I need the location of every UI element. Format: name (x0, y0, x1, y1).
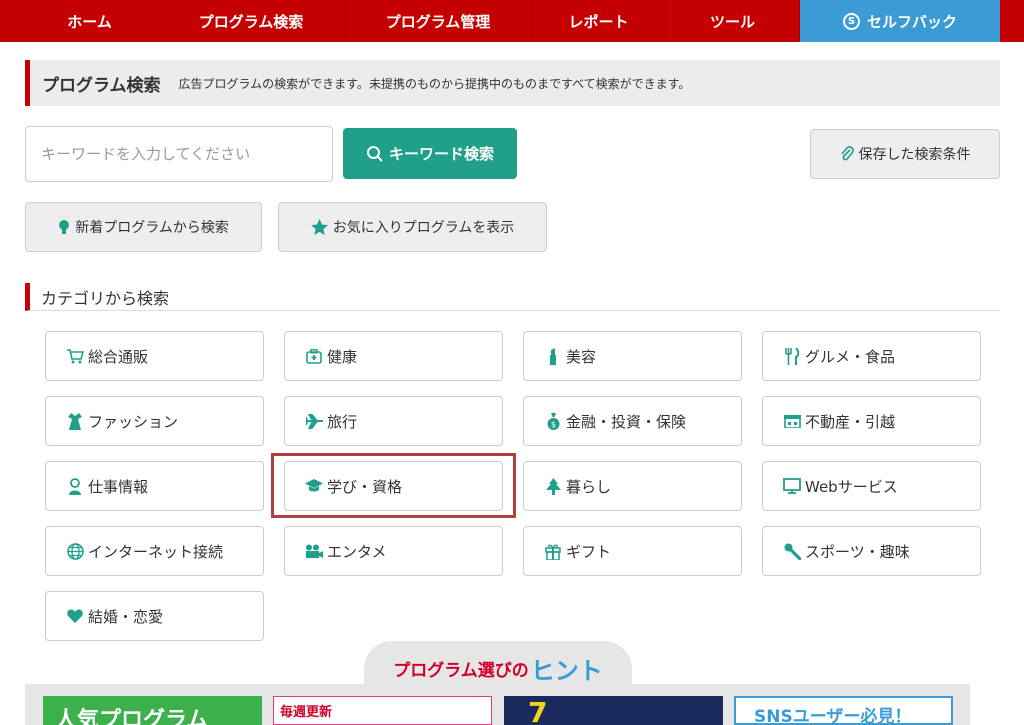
gift-icon (544, 543, 562, 560)
category-web-services[interactable]: Webサービス (762, 461, 981, 511)
category-gourmet-food[interactable]: グルメ・食品 (762, 331, 981, 381)
globe-icon (66, 542, 84, 560)
category-travel[interactable]: 旅行 (284, 396, 503, 446)
keyword-search-input[interactable] (25, 126, 333, 182)
category-section-title: カテゴリから検索 (25, 283, 1000, 311)
nav-self-back-label: セルフバック (866, 12, 957, 31)
category-label: 旅行 (327, 412, 358, 431)
category-beauty[interactable]: 美容 (523, 331, 742, 381)
nav-filler (1000, 0, 1024, 42)
category-marriage-romance[interactable]: 結婚・恋愛 (45, 591, 264, 641)
category-label: グルメ・食品 (805, 347, 896, 366)
category-internet-connection[interactable]: インターネット接続 (45, 526, 264, 576)
keyword-search-button[interactable]: キーワード検索 (343, 128, 517, 179)
airplane-icon (305, 413, 323, 429)
category-job-info[interactable]: 仕事情報 (45, 461, 264, 511)
hint-title-prefix: プログラム選びの (393, 661, 529, 681)
money-bag-icon: $ (544, 412, 562, 430)
category-sports-hobbies[interactable]: スポーツ・趣味 (762, 526, 981, 576)
category-real-estate[interactable]: 不動産・引越 (762, 396, 981, 446)
page-description: 広告プログラムの検索ができます。未提携のものから提携中のものまですべて検索ができ… (178, 76, 691, 91)
category-label: ギフト (566, 542, 612, 561)
selection-highlight (271, 453, 516, 518)
fork-knife-icon (783, 347, 801, 365)
dress-icon (66, 412, 84, 430)
category-entertainment[interactable]: エンタメ (284, 526, 503, 576)
category-label: 健康 (327, 347, 358, 366)
category-label: 不動産・引越 (805, 412, 896, 431)
paperclip-icon (840, 146, 854, 162)
weekly-update-banner[interactable]: 毎週更新 (273, 696, 492, 725)
wrench-icon (783, 543, 801, 560)
category-fashion[interactable]: ファッション (45, 396, 264, 446)
nav-program-search[interactable]: プログラム検索 (158, 0, 345, 42)
tree-icon (544, 477, 562, 495)
category-label: エンタメ (327, 542, 387, 561)
new-programs-label: 新着プログラムから検索 (75, 220, 229, 236)
video-camera-icon (305, 544, 323, 559)
building-icon (783, 414, 801, 428)
category-label: ファッション (88, 412, 179, 431)
nav-home[interactable]: ホーム (0, 0, 158, 42)
hint-title-accent: ヒント (530, 657, 603, 685)
category-health[interactable]: 健康 (284, 331, 503, 381)
lipstick-icon (544, 347, 562, 365)
category-label: 美容 (566, 347, 597, 366)
new-programs-button[interactable]: 新着プログラムから検索 (25, 202, 262, 252)
self-back-icon: S (842, 12, 860, 30)
first-aid-icon (305, 348, 323, 364)
svg-text:$: $ (550, 420, 555, 429)
fireworks-banner[interactable]: 7 (504, 696, 723, 725)
person-icon (66, 477, 84, 495)
category-label: インターネット接続 (88, 542, 224, 561)
hint-title: プログラム選びの ヒント (364, 641, 632, 696)
sns-users-banner[interactable]: SNSユーザー必見！ (734, 696, 953, 725)
top-nav: ホーム プログラム検索 プログラム管理 レポート ツール S セルフバック (0, 0, 1024, 42)
favorite-programs-label: お気に入りプログラムを表示 (332, 220, 515, 236)
category-finance[interactable]: $ 金融・投資・保険 (523, 396, 742, 446)
category-label: 仕事情報 (88, 477, 149, 496)
nav-program-management[interactable]: プログラム管理 (345, 0, 532, 42)
category-label: 金融・投資・保険 (566, 412, 687, 431)
category-living[interactable]: 暮らし (523, 461, 742, 511)
category-gift[interactable]: ギフト (523, 526, 742, 576)
keyword-search-label: キーワード検索 (388, 145, 494, 163)
category-label: 暮らし (566, 477, 612, 496)
category-label: 総合通販 (88, 347, 149, 366)
nav-self-back[interactable]: S セルフバック (800, 0, 1000, 42)
category-general-mail-order[interactable]: 総合通販 (45, 331, 264, 381)
lightbulb-icon (58, 219, 70, 236)
nav-report[interactable]: レポート (532, 0, 666, 42)
search-icon (366, 145, 384, 163)
cart-icon (66, 348, 84, 364)
monitor-icon (783, 478, 801, 494)
heart-icon (66, 609, 84, 623)
saved-search-button[interactable]: 保存した検索条件 (810, 129, 1000, 179)
favorite-programs-button[interactable]: お気に入りプログラムを表示 (278, 202, 547, 252)
category-label: スポーツ・趣味 (805, 542, 910, 561)
category-label: 結婚・恋愛 (88, 607, 164, 626)
category-label: Webサービス (805, 477, 898, 496)
popular-programs-banner[interactable]: 人気プログラム (43, 696, 262, 725)
nav-tools[interactable]: ツール (666, 0, 800, 42)
star-icon (310, 219, 328, 235)
saved-search-label: 保存した検索条件 (858, 147, 971, 163)
page-title: プログラム検索 (42, 75, 161, 96)
section-header: プログラム検索 広告プログラムの検索ができます。未提携のものから提携中のものまで… (25, 60, 1000, 106)
